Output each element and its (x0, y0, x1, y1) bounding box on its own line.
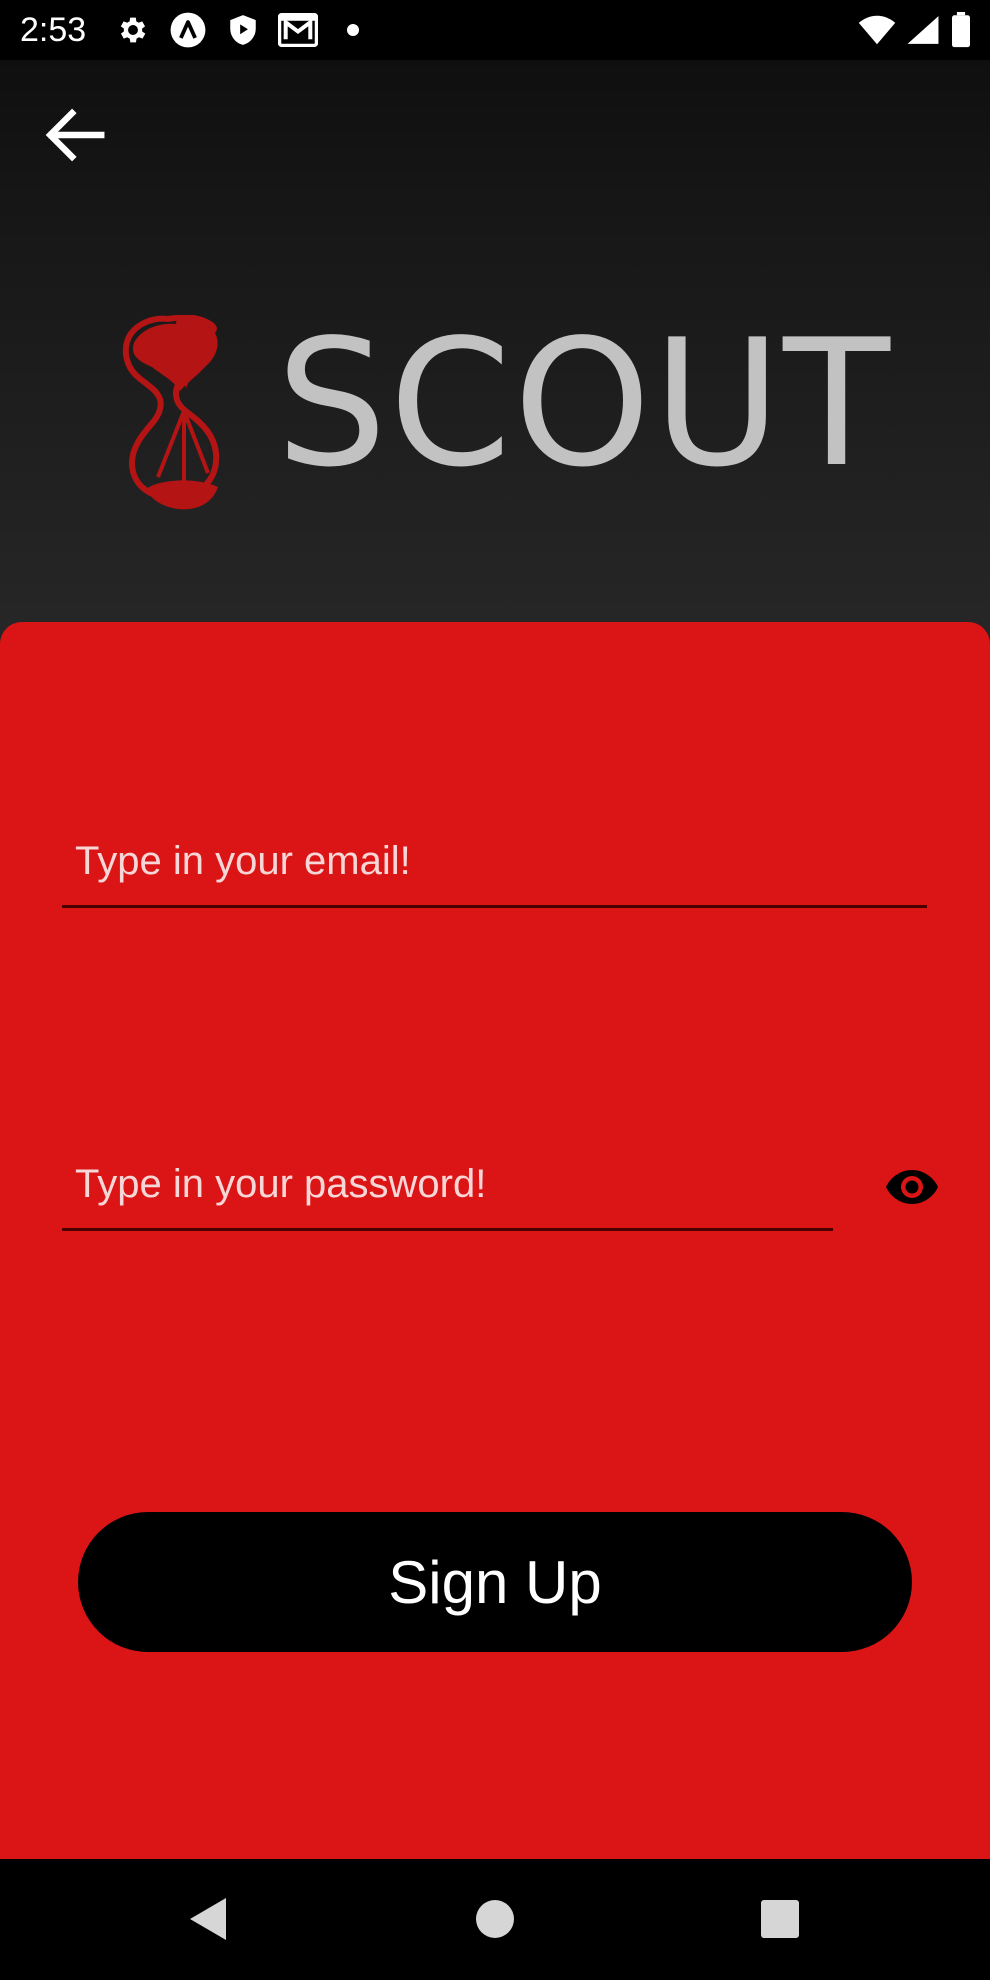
back-button[interactable] (30, 90, 120, 180)
signup-form-panel: Sign Up (0, 622, 990, 1859)
password-input[interactable] (62, 1140, 833, 1228)
status-bar: 2:53 (0, 0, 990, 60)
email-field[interactable] (62, 817, 927, 908)
status-icons-right (848, 10, 972, 50)
wifi-icon (858, 14, 896, 46)
shield-play-icon (223, 10, 263, 50)
logo-text: SCOUT (276, 303, 893, 506)
password-visibility-toggle[interactable] (882, 1162, 942, 1212)
cell-signal-icon (906, 14, 940, 46)
sign-up-button[interactable]: Sign Up (78, 1512, 912, 1652)
email-input[interactable] (62, 817, 927, 905)
hourglass-logo-icon (122, 315, 220, 510)
settings-gear-icon (113, 10, 153, 50)
password-field[interactable] (62, 1140, 833, 1231)
battery-icon (950, 12, 972, 48)
recents-square-icon (761, 1900, 799, 1938)
scout-logo: SCOUT (118, 315, 890, 515)
signup-screen: 2:53 SCOUT Type in your email! Sign Up (0, 0, 990, 1980)
status-icons-left (113, 10, 388, 50)
gmail-icon (278, 10, 318, 50)
system-nav-bar (0, 1859, 990, 1980)
notification-dot-icon (333, 10, 373, 50)
eye-icon (886, 1170, 938, 1204)
home-circle-icon (476, 1900, 514, 1938)
arrow-left-icon (45, 108, 105, 162)
nav-home-button[interactable] (465, 1889, 525, 1949)
nav-recents-button[interactable] (750, 1889, 810, 1949)
status-time: 2:53 (20, 11, 87, 49)
nav-back-button[interactable] (178, 1889, 238, 1949)
back-triangle-icon (190, 1898, 226, 1940)
app-a-icon (168, 10, 208, 50)
